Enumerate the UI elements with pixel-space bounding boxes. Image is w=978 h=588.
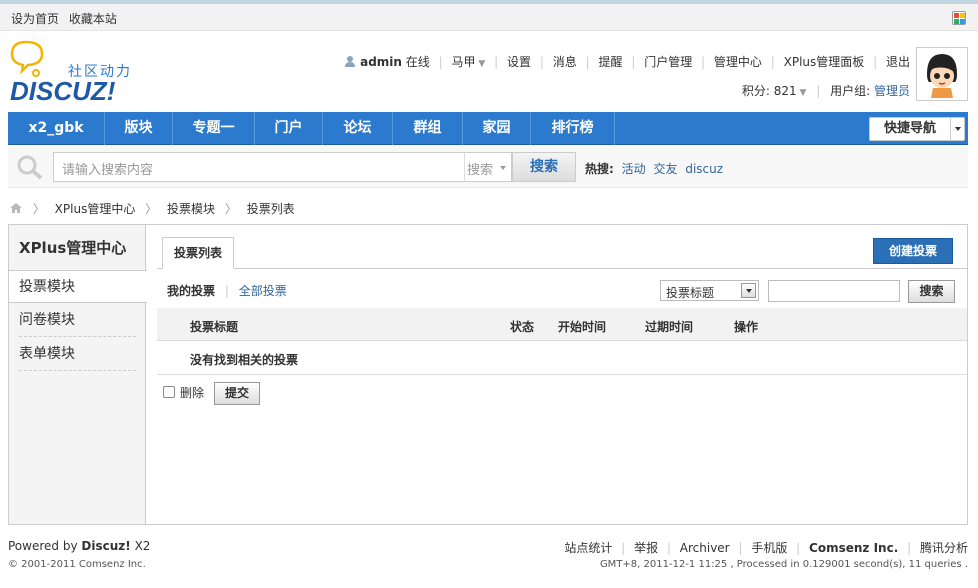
report-link[interactable]: 举报 bbox=[634, 541, 658, 555]
sidebar-item-vote[interactable]: 投票模块 bbox=[9, 270, 147, 303]
hot-search: 热搜: 活动 交友 discuz bbox=[585, 160, 723, 177]
quick-nav-button[interactable]: 快捷导航 bbox=[869, 117, 965, 141]
discuz-link[interactable]: Discuz! bbox=[81, 539, 130, 553]
logout-link[interactable]: 退出 bbox=[886, 55, 910, 69]
breadcrumb-separator: 〉 bbox=[224, 202, 237, 216]
sidebar-item-survey[interactable]: 问卷模块 bbox=[19, 304, 136, 337]
messages-link[interactable]: 消息 bbox=[553, 55, 577, 69]
admin-center-link[interactable]: 管理中心 bbox=[714, 55, 762, 69]
nav-item-ranklist[interactable]: 排行榜 bbox=[531, 112, 615, 145]
search-field-select[interactable]: 投票标题 bbox=[660, 280, 759, 301]
breadcrumb-vote-module[interactable]: 投票模块 bbox=[167, 202, 215, 216]
notices-link[interactable]: 提醒 bbox=[598, 55, 622, 69]
table-header: 投票标题 状态 开始时间 过期时间 操作 bbox=[157, 308, 967, 341]
nav-item-topic[interactable]: 专题一 bbox=[173, 112, 255, 145]
powered-prefix: Powered by bbox=[8, 539, 78, 553]
delete-label: 删除 bbox=[180, 386, 205, 400]
vote-search-input[interactable] bbox=[768, 280, 900, 302]
points-link[interactable]: 积分: 821 bbox=[742, 84, 797, 98]
logo-slogan: 社区动力 bbox=[68, 64, 132, 80]
hot-link-activity[interactable]: 活动 bbox=[622, 162, 646, 176]
home-icon[interactable] bbox=[9, 202, 23, 214]
tab-vote-list[interactable]: 投票列表 bbox=[162, 237, 234, 269]
group-link[interactable]: 管理员 bbox=[874, 84, 910, 98]
set-home-link[interactable]: 设为首页 bbox=[11, 12, 59, 26]
search-field-value: 投票标题 bbox=[666, 286, 715, 300]
delete-checkbox[interactable] bbox=[163, 386, 175, 398]
toolbar-links: 设为首页 收藏本站 bbox=[11, 10, 117, 27]
footer-links: 站点统计 | 举报 | Archiver | 手机版 | Comsenz Inc… bbox=[564, 541, 968, 555]
nav-item-home[interactable]: 家园 bbox=[463, 112, 531, 145]
col-expire-time: 过期时间 bbox=[645, 320, 694, 334]
user-icon bbox=[344, 55, 356, 67]
style-switch-icon[interactable] bbox=[952, 11, 966, 25]
filter-my-votes[interactable]: 我的投票 bbox=[167, 284, 215, 298]
vote-filter: 我的投票 | 全部投票 bbox=[167, 284, 287, 298]
col-start-time: 开始时间 bbox=[558, 320, 607, 334]
hot-link-discuz[interactable]: discuz bbox=[685, 162, 723, 176]
bookmark-link[interactable]: 收藏本站 bbox=[69, 12, 117, 26]
empty-message: 没有找到相关的投票 bbox=[190, 353, 299, 367]
nav-item-bbs[interactable]: 论坛 bbox=[323, 112, 393, 145]
avatar[interactable] bbox=[916, 47, 968, 101]
stats-link[interactable]: 站点统计 bbox=[564, 541, 612, 555]
sidebar: XPlus管理中心 投票模块 问卷模块 表单模块 bbox=[9, 225, 147, 524]
chevron-down-icon: ▼ bbox=[796, 88, 807, 98]
nav-item-portal[interactable]: 门户 bbox=[255, 112, 323, 145]
powered-version: X2 bbox=[134, 539, 151, 553]
settings-link[interactable]: 设置 bbox=[507, 55, 531, 69]
chevron-down-icon bbox=[950, 118, 964, 140]
content-area: 投票列表 创建投票 我的投票 | 全部投票 投票标题 搜索 投票标题 状态 开始… bbox=[147, 225, 967, 524]
mobile-link[interactable]: 手机版 bbox=[751, 541, 787, 555]
search-icon bbox=[16, 154, 44, 180]
main-nav: x2_gbk 版块 专题一 门户 论坛 群组 家园 排行榜 快捷导航 bbox=[8, 112, 968, 145]
breadcrumb-separator: 〉 bbox=[145, 202, 158, 216]
breadcrumb-vote-list: 投票列表 bbox=[246, 202, 295, 216]
vest-menu[interactable]: 马甲 bbox=[452, 55, 476, 69]
search-input[interactable]: 请输入搜索内容 bbox=[53, 152, 465, 182]
username[interactable]: admin bbox=[360, 55, 402, 69]
footer-powered: Powered by Discuz! X2 bbox=[8, 539, 150, 553]
portal-admin-link[interactable]: 门户管理 bbox=[644, 55, 692, 69]
site-logo[interactable]: DISCUZ! 社区动力 bbox=[8, 40, 148, 106]
sidebar-item-form[interactable]: 表单模块 bbox=[19, 338, 136, 371]
archiver-link[interactable]: Archiver bbox=[680, 541, 730, 555]
footer-debug: GMT+8, 2011-12-1 11:25 , Processed in 0.… bbox=[599, 559, 968, 570]
online-status: 在线 bbox=[405, 55, 430, 69]
nav-item-forums[interactable]: 版块 bbox=[105, 112, 173, 145]
chevron-down-icon: ▼ bbox=[475, 59, 486, 69]
sidebar-title: XPlus管理中心 bbox=[19, 239, 127, 257]
col-actions: 操作 bbox=[734, 320, 759, 334]
tab-bar bbox=[157, 268, 967, 269]
quick-nav-label: 快捷导航 bbox=[884, 121, 937, 136]
xplus-panel-link[interactable]: XPlus管理面板 bbox=[784, 55, 865, 69]
nav-item-groups[interactable]: 群组 bbox=[393, 112, 463, 145]
create-vote-button[interactable]: 创建投票 bbox=[873, 238, 953, 264]
main-box: XPlus管理中心 投票模块 问卷模块 表单模块 投票列表 创建投票 我的投票 … bbox=[8, 224, 968, 525]
top-toolbar: 设为首页 收藏本站 bbox=[0, 0, 978, 31]
col-status: 状态 bbox=[510, 320, 535, 334]
col-title: 投票标题 bbox=[190, 320, 239, 334]
submit-button[interactable]: 提交 bbox=[214, 382, 260, 405]
filter-all-votes[interactable]: 全部投票 bbox=[239, 284, 287, 298]
comsenz-link[interactable]: Comsenz Inc. bbox=[809, 541, 898, 555]
vote-search-button[interactable]: 搜索 bbox=[908, 280, 955, 303]
breadcrumb-xplus[interactable]: XPlus管理中心 bbox=[55, 202, 136, 216]
nav-item-x2-gbk[interactable]: x2_gbk bbox=[8, 112, 105, 145]
breadcrumb-separator: 〉 bbox=[32, 202, 45, 216]
hot-search-label: 热搜: bbox=[585, 162, 614, 176]
user-bar: admin 在线 | 马甲 ▼ | 设置 | 消息 | 提醒 | 门户管理 | … bbox=[344, 53, 910, 99]
search-button[interactable]: 搜索 bbox=[512, 152, 576, 182]
search-bar: 请输入搜索内容 搜索 搜索 热搜: 活动 交友 discuz bbox=[8, 146, 968, 188]
chevron-down-icon bbox=[741, 283, 756, 298]
hot-link-dating[interactable]: 交友 bbox=[653, 162, 677, 176]
tencent-analytics-link[interactable]: 腾讯分析 bbox=[920, 541, 968, 555]
search-type-select[interactable]: 搜索 bbox=[464, 152, 512, 182]
footer-copyright: © 2001-2011 Comsenz Inc. bbox=[8, 559, 146, 570]
group-label: 用户组: bbox=[830, 84, 871, 98]
avatar-icon bbox=[927, 54, 957, 98]
breadcrumb: 〉 XPlus管理中心 〉 投票模块 〉 投票列表 bbox=[9, 200, 295, 217]
table-row: 没有找到相关的投票 bbox=[157, 342, 967, 375]
